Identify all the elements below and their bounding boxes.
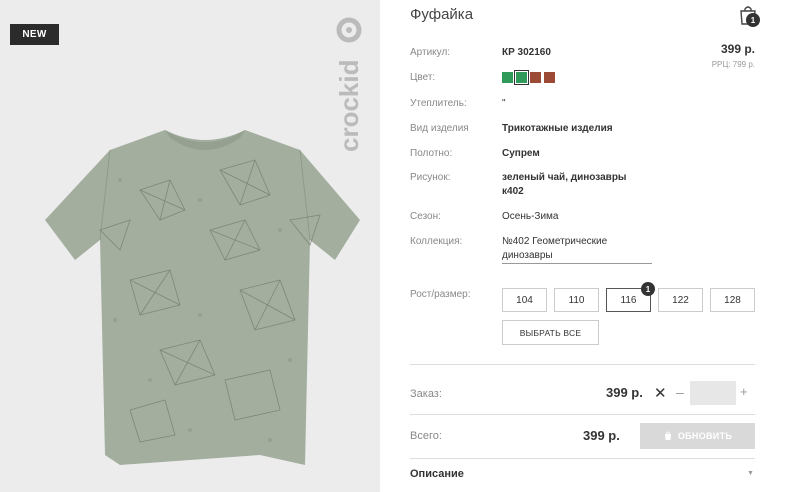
collection-value-line1[interactable]: №402 Геометрические — [502, 236, 607, 247]
order-price: 399 р. — [606, 385, 643, 400]
size-count-badge: 1 — [641, 282, 655, 296]
season-label: Сезон: — [410, 211, 441, 222]
divider — [410, 414, 755, 415]
insulation-value: " — [502, 98, 506, 109]
color-swatch[interactable] — [502, 72, 513, 83]
new-badge: NEW — [10, 24, 59, 45]
update-button[interactable]: ОБНОВИТЬ — [640, 423, 755, 449]
total-label: Всего: — [410, 430, 442, 442]
select-all-button[interactable]: ВЫБРАТЬ ВСЕ — [502, 320, 599, 345]
product-image-panel[interactable]: NEW crockid — [0, 0, 380, 492]
cart-count-badge: 1 — [746, 13, 760, 27]
pattern-value-line2: к402 — [502, 186, 524, 197]
fabric-value: Супрем — [502, 148, 540, 159]
insulation-label: Утеплитель: — [410, 98, 467, 109]
size-button-128[interactable]: 128 — [710, 288, 755, 312]
quantity-input[interactable] — [690, 381, 736, 405]
color-swatches — [502, 70, 555, 85]
size-label: Рост/размер: — [410, 289, 471, 300]
product-rrp: РРЦ: 799 р. — [711, 60, 755, 69]
collection-underline — [502, 263, 652, 264]
type-value: Трикотажные изделия — [502, 123, 613, 134]
remove-icon[interactable]: ✕ — [654, 384, 667, 402]
description-title[interactable]: Описание — [410, 468, 464, 480]
article-label: Артикул: — [410, 47, 451, 58]
color-label: Цвет: — [410, 72, 436, 83]
collection-value-line2[interactable]: динозавры — [502, 250, 553, 261]
tshirt-image — [45, 130, 360, 465]
size-button-122[interactable]: 122 — [658, 288, 703, 312]
size-button-110[interactable]: 110 — [554, 288, 599, 312]
color-swatch[interactable] — [544, 72, 555, 83]
article-value: КР 302160 — [502, 47, 551, 58]
divider — [410, 458, 755, 459]
type-label: Вид изделия — [410, 123, 469, 134]
pattern-label: Рисунок: — [410, 172, 451, 183]
cart-icon — [664, 431, 671, 440]
collection-label: Коллекция: — [410, 236, 463, 247]
color-swatch-selected[interactable] — [514, 70, 529, 85]
fabric-label: Полотно: — [410, 148, 453, 159]
update-button-label: ОБНОВИТЬ — [677, 431, 733, 441]
product-title: Фуфайка — [410, 6, 474, 23]
pattern-value-line1: зеленый чай, динозавры — [502, 172, 627, 183]
divider — [410, 364, 755, 365]
chevron-down-icon[interactable]: ▼ — [747, 470, 754, 477]
color-swatch[interactable] — [530, 72, 541, 83]
total-price: 399 р. — [583, 428, 620, 443]
size-options: 104 110 116 122 128 — [502, 288, 755, 312]
order-label: Заказ: — [410, 388, 442, 400]
size-button-104[interactable]: 104 — [502, 288, 547, 312]
season-value: Осень-Зима — [502, 211, 559, 222]
product-price: 399 р. — [720, 42, 755, 56]
increment-button[interactable]: + — [740, 384, 748, 399]
decrement-button[interactable]: – — [676, 384, 684, 400]
